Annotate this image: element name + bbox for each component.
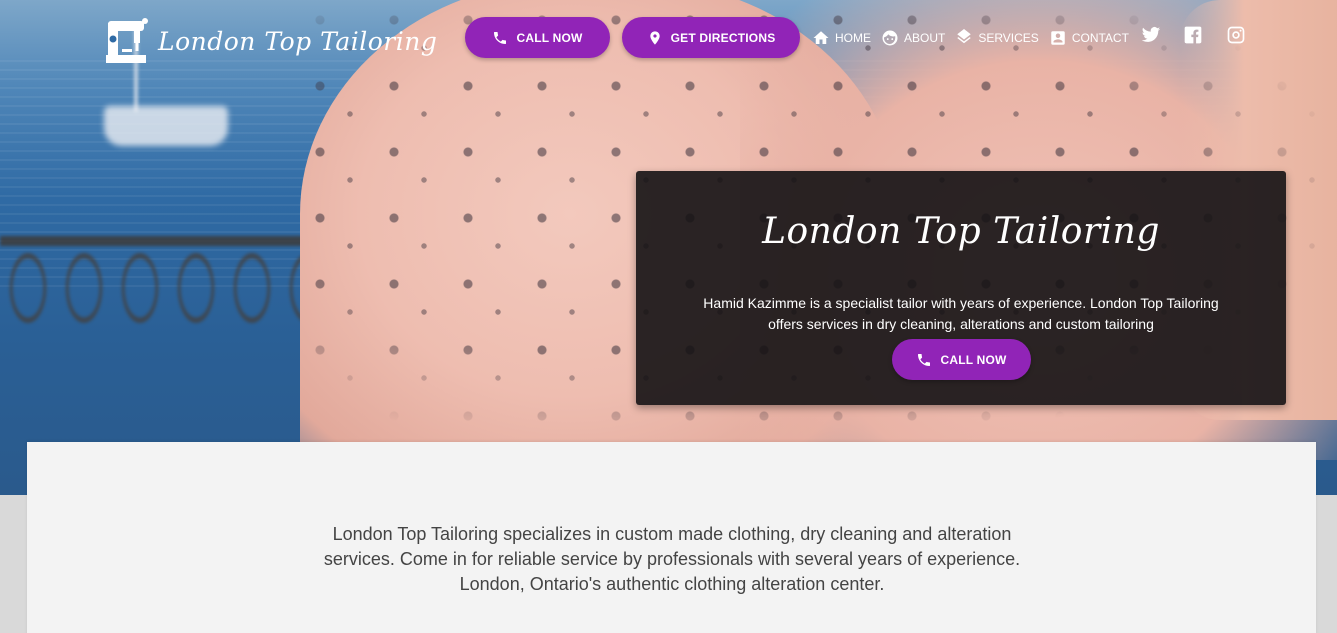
hero-card: London Top Tailoring Hamid Kazimme is a … — [636, 171, 1286, 405]
hero-call-now-label: CALL NOW — [940, 352, 1007, 367]
get-directions-button[interactable]: GET DIRECTIONS — [622, 17, 800, 58]
face-icon — [882, 30, 898, 46]
get-directions-label: GET DIRECTIONS — [670, 30, 776, 45]
sewing-machine-icon — [106, 18, 148, 63]
instagram-icon — [1227, 26, 1245, 44]
site-logo[interactable]: London Top Tailoring — [104, 16, 437, 66]
twitter-icon — [1141, 27, 1161, 42]
facebook-link[interactable] — [1183, 25, 1205, 47]
logo-text: London Top Tailoring — [158, 26, 438, 56]
contact-card-icon — [1051, 31, 1065, 45]
hero-call-now-button[interactable]: CALL NOW — [892, 339, 1031, 380]
call-now-label: CALL NOW — [516, 30, 583, 45]
nav-item-about[interactable]: ABOUT — [881, 29, 945, 47]
nav-item-services[interactable]: SERVICES — [955, 29, 1039, 47]
twitter-link[interactable] — [1141, 25, 1163, 47]
instagram-link[interactable] — [1226, 25, 1248, 47]
map-pin-icon — [649, 30, 660, 45]
boat — [104, 106, 228, 146]
facebook-icon — [1184, 26, 1202, 44]
nav-item-home-label: HOME — [835, 31, 871, 45]
intro-text: London Top Tailoring specializes in cust… — [323, 524, 1021, 594]
nav-item-services-label: SERVICES — [978, 31, 1039, 45]
nav-item-contact-label: CONTACT — [1071, 31, 1129, 45]
hero-title: London Top Tailoring — [762, 211, 1160, 252]
main-nav: HOME ABOUT SERVICES CONTACT — [812, 27, 1139, 49]
layers-icon — [957, 29, 972, 44]
hero-description: Hamid Kazimme is a specialist tailor wit… — [703, 295, 1219, 332]
nav-item-home[interactable]: HOME — [812, 29, 871, 47]
intro-section: London Top Tailoring specializes in cust… — [27, 442, 1316, 633]
nav-item-contact[interactable]: CONTACT — [1049, 29, 1129, 47]
nav-item-about-label: ABOUT — [904, 31, 946, 45]
call-now-button[interactable]: CALL NOW — [465, 17, 610, 58]
phone-icon — [918, 353, 931, 366]
site-header: London Top Tailoring CALL NOW GET DIRECT… — [0, 0, 1337, 80]
home-icon — [813, 31, 829, 44]
phone-icon — [494, 31, 507, 44]
